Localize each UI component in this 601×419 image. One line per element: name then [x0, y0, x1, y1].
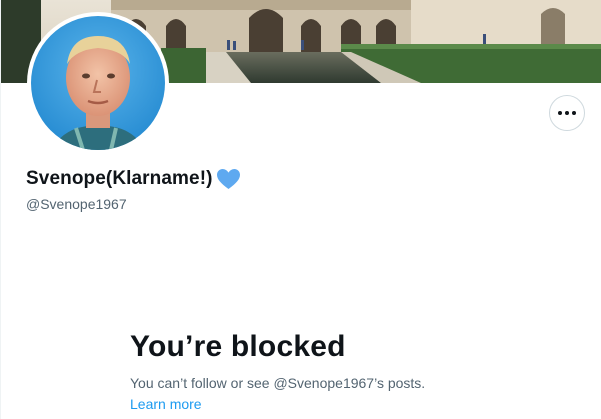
avatar[interactable] — [27, 12, 169, 154]
learn-more-link[interactable]: Learn more — [130, 396, 202, 412]
more-button[interactable] — [549, 95, 585, 131]
blocked-title: You’re blocked — [130, 330, 346, 363]
profile-handle: @Svenope1967 — [26, 196, 127, 212]
display-name: Svenope(Klarname!) — [26, 168, 213, 189]
more-horizontal-icon — [558, 111, 576, 115]
avatar-photo — [31, 16, 165, 150]
profile-page: Svenope(Klarname!) @Svenope1967 You’re b… — [0, 0, 601, 419]
blocked-description: You can’t follow or see @Svenope1967’s p… — [130, 375, 426, 391]
display-name-row: Svenope(Klarname!) — [26, 168, 241, 190]
blue-heart-icon — [216, 169, 240, 189]
